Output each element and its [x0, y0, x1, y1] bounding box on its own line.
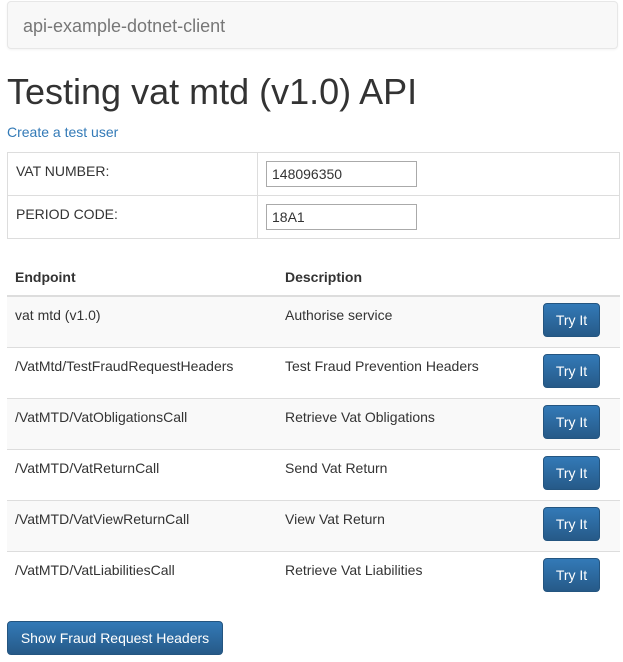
table-row: /VatMTD/VatViewReturnCall View Vat Retur…	[7, 499, 620, 551]
try-it-button-view-return[interactable]: Try It	[543, 506, 600, 541]
endpoint-cell: /VatMTD/VatObligationsCall	[7, 397, 277, 449]
try-it-button-obligations[interactable]: Try It	[543, 404, 600, 439]
vat-number-cell	[257, 152, 620, 196]
table-row: vat mtd (v1.0) Authorise service Try It	[7, 295, 620, 347]
create-test-user-link[interactable]: Create a test user	[7, 124, 118, 140]
endpoint-column-header: Endpoint	[7, 258, 277, 297]
action-cell: Try It	[530, 550, 620, 602]
try-it-button-fraud-headers[interactable]: Try It	[543, 353, 600, 388]
description-cell: View Vat Return	[277, 499, 530, 551]
table-row: /VatMTD/VatReturnCall Send Vat Return Tr…	[7, 448, 620, 500]
vat-number-input[interactable]	[266, 161, 417, 187]
description-cell: Test Fraud Prevention Headers	[277, 346, 530, 398]
period-code-input[interactable]	[266, 204, 417, 230]
description-cell: Retrieve Vat Obligations	[277, 397, 530, 449]
description-cell: Retrieve Vat Liabilities	[277, 550, 530, 602]
endpoint-cell: vat mtd (v1.0)	[7, 295, 277, 347]
endpoint-cell: /VatMTD/VatLiabilitiesCall	[7, 550, 277, 602]
endpoint-cell: /VatMtd/TestFraudRequestHeaders	[7, 346, 277, 398]
action-column-header	[530, 258, 620, 297]
period-code-row: PERIOD CODE:	[7, 195, 620, 239]
period-code-label: PERIOD CODE:	[7, 195, 258, 239]
action-cell: Try It	[530, 295, 620, 347]
action-cell: Try It	[530, 448, 620, 500]
try-it-button-liabilities[interactable]: Try It	[543, 557, 600, 592]
table-row: /VatMTD/VatObligationsCall Retrieve Vat …	[7, 397, 620, 449]
action-cell: Try It	[530, 346, 620, 398]
description-cell: Send Vat Return	[277, 448, 530, 500]
vat-number-label: VAT NUMBER:	[7, 152, 258, 196]
parameters-table: VAT NUMBER: PERIOD CODE:	[7, 152, 620, 239]
endpoints-table: Endpoint Description vat mtd (v1.0) Auth…	[7, 258, 620, 602]
table-row: /VatMtd/TestFraudRequestHeaders Test Fra…	[7, 346, 620, 398]
endpoints-header-row: Endpoint Description	[7, 258, 620, 297]
description-column-header: Description	[277, 258, 530, 297]
navbar-brand[interactable]: api-example-dotnet-client	[23, 16, 225, 37]
endpoint-cell: /VatMTD/VatReturnCall	[7, 448, 277, 500]
show-fraud-request-headers-button[interactable]: Show Fraud Request Headers	[7, 621, 223, 655]
endpoint-cell: /VatMTD/VatViewReturnCall	[7, 499, 277, 551]
try-it-button-authorise[interactable]: Try It	[543, 303, 600, 337]
navbar: api-example-dotnet-client	[7, 1, 618, 49]
vat-number-row: VAT NUMBER:	[7, 152, 620, 196]
action-cell: Try It	[530, 499, 620, 551]
action-cell: Try It	[530, 397, 620, 449]
description-cell: Authorise service	[277, 295, 530, 347]
try-it-button-send-return[interactable]: Try It	[543, 455, 600, 490]
period-code-cell	[257, 195, 620, 239]
page-title: Testing vat mtd (v1.0) API	[7, 71, 418, 112]
table-row: /VatMTD/VatLiabilitiesCall Retrieve Vat …	[7, 550, 620, 602]
